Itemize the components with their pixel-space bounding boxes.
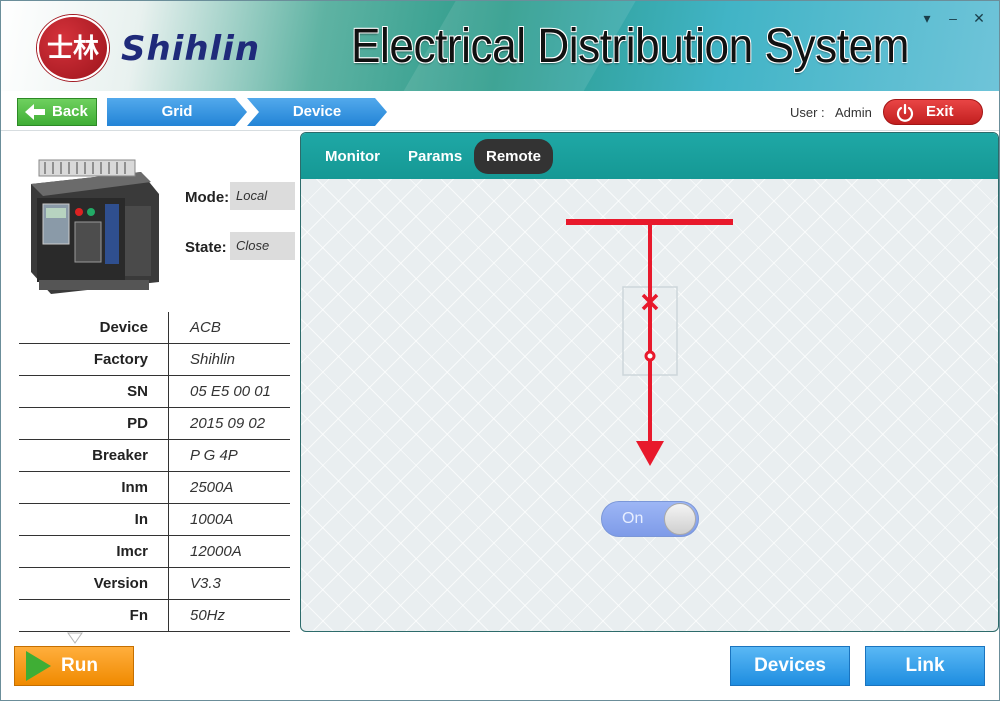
toggle-knob[interactable] xyxy=(664,503,696,535)
tab-bar: Monitor Params Remote xyxy=(301,133,998,179)
table-row: Imcr 12000A xyxy=(19,536,290,568)
nav-bar: Back Grid Device User : Admin Exit xyxy=(1,91,999,131)
info-value: 2500A xyxy=(190,479,234,496)
remote-toggle-switch[interactable]: On xyxy=(601,501,699,537)
shihlin-logo-icon: 士林 xyxy=(37,15,109,81)
run-button[interactable]: Run xyxy=(14,646,134,686)
table-row: SN 05 E5 00 01 xyxy=(19,376,290,408)
breadcrumb-grid[interactable]: Grid xyxy=(107,98,247,126)
info-value: V3.3 xyxy=(190,575,221,592)
breaker-diagram xyxy=(566,219,733,466)
table-row: Version V3.3 xyxy=(19,568,290,600)
tab-remote[interactable]: Remote xyxy=(474,139,554,174)
info-key: SN xyxy=(19,376,169,408)
link-button[interactable]: Link xyxy=(865,646,985,686)
info-key: Breaker xyxy=(19,440,169,472)
mode-value: Local xyxy=(230,182,295,210)
table-row: Device ACB xyxy=(19,312,290,344)
minimize-icon[interactable]: – xyxy=(943,9,963,27)
info-key: Imcr xyxy=(19,536,169,568)
remote-panel: Monitor Params Remote On xyxy=(300,132,999,632)
device-info-table: Device ACB Factory Shihlin SN 05 E5 00 01 P… xyxy=(19,312,290,632)
info-value: 1000A xyxy=(190,511,234,528)
toggle-label: On xyxy=(622,510,644,527)
mode-label: Mode: xyxy=(185,189,230,206)
table-row: Factory Shihlin xyxy=(19,344,290,376)
app-title: Electrical Distribution System xyxy=(351,20,909,73)
load-arrow-icon xyxy=(636,441,664,466)
table-row: Inm 2500A xyxy=(19,472,290,504)
state-value: Close xyxy=(230,232,295,260)
info-key: Inm xyxy=(19,472,169,504)
table-row: In 1000A xyxy=(19,504,290,536)
table-row: Fn 50Hz xyxy=(19,600,290,632)
back-button[interactable]: Back xyxy=(17,98,97,126)
exit-button-label: Exit xyxy=(926,103,954,120)
info-key: PD xyxy=(19,408,169,440)
info-value: P G 4P xyxy=(190,447,238,464)
user-name: Admin xyxy=(835,105,872,120)
state-label: State: xyxy=(185,239,227,256)
app-window: 士林 Shihlin Electrical Distribution Syste… xyxy=(0,0,1000,701)
tab-params[interactable]: Params xyxy=(396,139,474,174)
dropdown-icon[interactable]: ▾ xyxy=(917,9,937,27)
back-arrow-icon xyxy=(25,104,45,120)
info-value: 12000A xyxy=(190,543,242,560)
info-value: ACB xyxy=(190,319,221,336)
app-header: 士林 Shihlin Electrical Distribution Syste… xyxy=(1,1,999,91)
info-key: Factory xyxy=(19,344,169,376)
isolator-node-icon xyxy=(644,350,656,362)
close-icon[interactable]: ✕ xyxy=(969,9,989,27)
collapse-toggle-icon[interactable] xyxy=(67,632,83,644)
table-row: PD 2015 09 02 xyxy=(19,408,290,440)
info-value: 2015 09 02 xyxy=(190,415,266,432)
info-value: 50Hz xyxy=(190,607,226,624)
info-key: In xyxy=(19,504,169,536)
device-info-panel: Mode: Local State: Close Device ACB Facto… xyxy=(1,132,299,632)
info-value: Shihlin xyxy=(190,351,236,368)
info-key: Fn xyxy=(19,600,169,632)
bottom-bar: Run Devices Link xyxy=(1,632,999,700)
info-key: Version xyxy=(19,568,169,600)
breaker-device-image xyxy=(31,159,159,294)
back-button-label: Back xyxy=(52,103,88,120)
table-row: Breaker P G 4P xyxy=(19,440,290,472)
run-button-label: Run xyxy=(61,655,98,676)
tab-monitor[interactable]: Monitor xyxy=(313,139,392,174)
power-icon xyxy=(896,104,914,122)
exit-button[interactable]: Exit xyxy=(883,99,983,125)
info-value: 05 E5 00 01 xyxy=(190,383,271,400)
info-key: Device xyxy=(19,312,169,344)
devices-button[interactable]: Devices xyxy=(730,646,850,686)
breadcrumb-device[interactable]: Device xyxy=(247,98,387,126)
user-label: User : xyxy=(790,105,825,120)
play-icon xyxy=(26,651,51,681)
brand-name: Shihlin xyxy=(121,29,261,69)
